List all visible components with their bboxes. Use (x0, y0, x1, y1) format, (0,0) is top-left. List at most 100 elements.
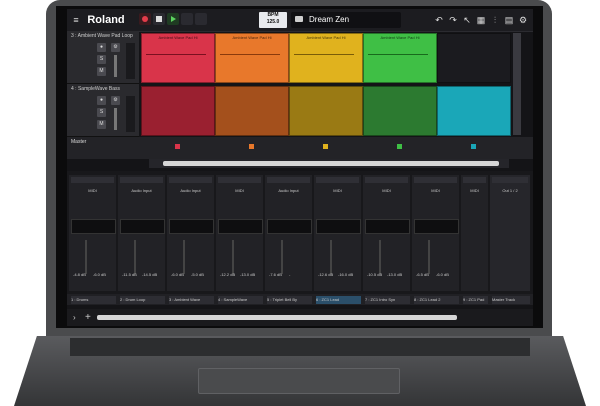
scene-launch-button[interactable] (323, 144, 328, 149)
project-selector[interactable]: Dream Zen (291, 12, 401, 28)
solo-button[interactable]: S (97, 55, 106, 64)
strip-controls[interactable] (267, 177, 310, 183)
mixer-strip[interactable]: MIDI (461, 175, 488, 291)
stop-button[interactable] (153, 13, 165, 25)
strip-name[interactable]: 4 : SampleWave (218, 296, 263, 304)
volume-fader[interactable]: -12.2 dB -13.0 dB (218, 236, 261, 279)
volume-fader[interactable]: -10.5 dB -13.0 dB (365, 236, 408, 279)
strip-controls[interactable] (71, 177, 114, 183)
mixer-strip[interactable]: MIDI -4.8 dB -6.0 dB (69, 175, 116, 291)
level-meter (134, 240, 136, 274)
volume-fader[interactable]: -12.6 dB -16.0 dB (316, 236, 359, 279)
clip-cell[interactable] (215, 86, 289, 136)
undo-icon[interactable]: ↶ (433, 12, 445, 28)
chevron-right-icon[interactable]: › (73, 313, 76, 322)
strip-controls[interactable] (463, 177, 486, 183)
roland-logo: Roland (87, 14, 125, 26)
scene-launch-button[interactable] (471, 144, 476, 149)
clip-cell[interactable] (141, 86, 215, 136)
clip-waveform (294, 54, 354, 55)
redo-icon[interactable]: ↷ (447, 12, 459, 28)
record-button[interactable] (139, 13, 151, 25)
scene-launch-button[interactable] (397, 144, 402, 149)
settings-icon[interactable]: ⚙ (111, 43, 120, 52)
volume-fader[interactable]: -6.0 dB -5.0 dB (169, 236, 212, 279)
clip-cell[interactable]: Ambient Wave Pad Hi (363, 33, 437, 83)
loop-button[interactable] (181, 13, 193, 25)
stop-icon (156, 16, 162, 22)
mixer-strip[interactable]: Audio Input -11.5 dB -14.5 dB (118, 175, 165, 291)
scene-launch-button[interactable] (175, 144, 180, 149)
strip-name[interactable]: Master Track (492, 296, 530, 304)
track-side-panel (126, 43, 135, 79)
track-header-3[interactable]: 3 : Ambient Wave Pad Loop ● S M ⚙ (67, 31, 139, 84)
laptop-touchpad (198, 368, 400, 394)
strip-input-type: Audio Input (131, 188, 152, 193)
strip-name[interactable]: 2 : Drum Loop (120, 296, 165, 304)
keyboard-icon[interactable]: ▤ (503, 12, 515, 28)
settings-icon[interactable]: ⚙ (111, 96, 120, 105)
db-readout: -5.0 dB (191, 272, 204, 277)
laptop-keyboard (70, 338, 530, 356)
scrollbar-thumb[interactable] (163, 161, 499, 166)
mixer-strip[interactable]: Audio Input -7.6 dB - (265, 175, 312, 291)
strip-name-selected[interactable]: 6 : ZC1 Lead (316, 296, 361, 304)
horizontal-scrollbar[interactable] (149, 159, 509, 168)
level-meter (330, 240, 332, 274)
master-strip[interactable]: Out 1 / 2 (490, 175, 530, 291)
clip-cell-empty[interactable] (437, 33, 511, 83)
solo-button[interactable]: S (97, 108, 106, 117)
clip-cell[interactable] (289, 86, 363, 136)
db-readout: -16.0 dB (338, 272, 354, 277)
volume-fader[interactable]: -7.6 dB - (267, 236, 310, 279)
grid-icon[interactable]: ▦ (475, 12, 487, 28)
mixer-strip[interactable]: Audio Input -6.0 dB -5.0 dB (167, 175, 214, 291)
track-record-arm[interactable]: ● (97, 43, 106, 52)
strip-name[interactable]: 8 : ZC1 Lead 2 (414, 296, 459, 304)
strip-eq-graph (218, 219, 263, 234)
strip-eq-graph (365, 219, 410, 234)
strip-controls[interactable] (492, 177, 528, 183)
strip-controls[interactable] (365, 177, 408, 183)
track-header-4[interactable]: 4 : SampleWave Bass ● S M ⚙ (67, 84, 139, 137)
volume-fader[interactable]: -6.5 dB -6.0 dB (414, 236, 457, 279)
volume-fader[interactable]: -11.5 dB -14.5 dB (120, 236, 163, 279)
mixer-strip[interactable]: MIDI -12.6 dB -16.0 dB (314, 175, 361, 291)
strip-controls[interactable] (414, 177, 457, 183)
strip-controls[interactable] (218, 177, 261, 183)
bpm-display[interactable]: BPM 125.0 (259, 12, 287, 28)
db-readout: - (289, 272, 291, 277)
strip-controls[interactable] (169, 177, 212, 183)
clip-cell[interactable] (363, 86, 437, 136)
pointer-icon[interactable]: ↖ (461, 12, 473, 28)
mixer-icon[interactable]: ⫶ (489, 12, 501, 28)
db-readout: -13.0 dB (240, 272, 256, 277)
scene-launch-button[interactable] (249, 144, 254, 149)
menu-icon[interactable]: ≡ (70, 12, 82, 28)
play-button[interactable] (167, 13, 179, 25)
strip-name[interactable]: 7 : ZC1 Intro Syn (365, 296, 410, 304)
vertical-scrollbar[interactable] (513, 33, 521, 135)
clip-cell[interactable]: Ambient Wave Pad Hi (141, 33, 215, 83)
metronome-button[interactable] (195, 13, 207, 25)
mute-button[interactable]: M (97, 67, 106, 76)
strip-controls[interactable] (120, 177, 163, 183)
mixer-strip[interactable]: MIDI -10.5 dB -13.0 dB (363, 175, 410, 291)
mixer-strip[interactable]: MIDI -6.5 dB -6.0 dB (412, 175, 459, 291)
clip-cell[interactable]: Ambient Wave Pad Hi (289, 33, 363, 83)
clip-cell[interactable] (437, 86, 511, 136)
mixer-strip[interactable]: MIDI -12.2 dB -13.0 dB (216, 175, 263, 291)
add-icon[interactable]: + (85, 312, 91, 323)
gear-icon[interactable]: ⚙ (517, 12, 529, 28)
bottom-scrollbar[interactable] (97, 315, 457, 320)
volume-fader[interactable]: -4.8 dB -6.0 dB (71, 236, 114, 279)
mute-button[interactable]: M (97, 120, 106, 129)
clip-cell[interactable]: Ambient Wave Pad Hi (215, 33, 289, 83)
db-readout: -12.6 dB (318, 272, 334, 277)
strip-controls[interactable] (316, 177, 359, 183)
strip-name[interactable]: 5 : Triplet Bell By (267, 296, 312, 304)
strip-name[interactable]: 9 : ZC1 Pad (463, 296, 488, 304)
strip-name[interactable]: 3 : Ambient Wave (169, 296, 214, 304)
track-record-arm[interactable]: ● (97, 96, 106, 105)
strip-name[interactable]: 1 : Drums (71, 296, 116, 304)
